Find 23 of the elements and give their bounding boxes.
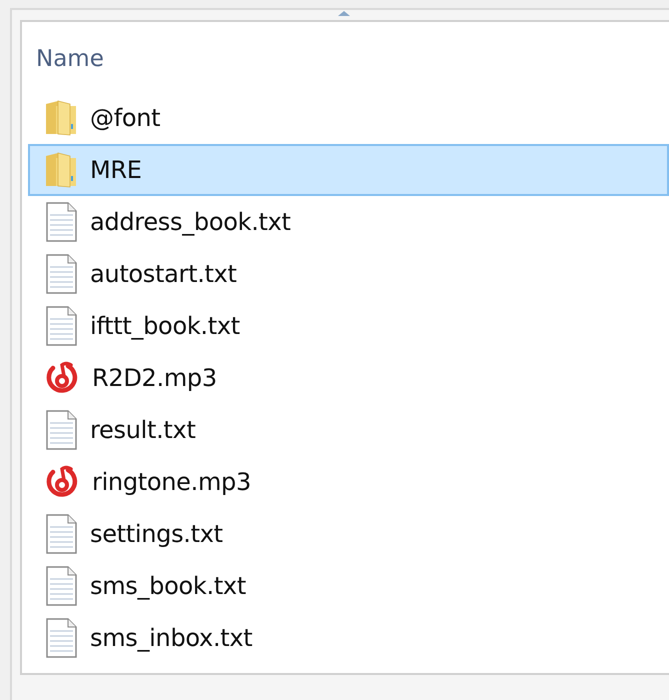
text-file-icon — [44, 566, 78, 606]
text-file-icon — [44, 514, 78, 554]
text-file-icon — [44, 618, 78, 658]
column-header[interactable]: Name — [22, 36, 669, 92]
file-name[interactable]: sms_book.txt — [90, 568, 246, 604]
selected-row-highlight[interactable]: MRE — [28, 144, 669, 196]
folder-icon — [44, 100, 78, 136]
text-file-icon — [44, 254, 78, 294]
text-file-icon — [44, 306, 78, 346]
file-name[interactable]: R2D2.mp3 — [92, 360, 217, 396]
file-name[interactable]: ringtone.mp3 — [92, 464, 251, 500]
file-name[interactable]: settings.txt — [90, 516, 223, 552]
text-file-icon — [44, 202, 78, 242]
file-name[interactable]: address_book.txt — [90, 204, 291, 240]
file-name[interactable]: sms_inbox.txt — [90, 620, 252, 656]
file-name[interactable]: MRE — [90, 152, 142, 188]
file-name[interactable]: @font — [90, 100, 160, 136]
sort-arrow-icon — [337, 10, 351, 16]
file-name[interactable]: ifttt_book.txt — [90, 308, 240, 344]
folder-icon — [44, 152, 78, 188]
file-name[interactable]: autostart.txt — [90, 256, 237, 292]
text-file-icon — [44, 410, 78, 450]
file-name[interactable]: result.txt — [90, 412, 196, 448]
